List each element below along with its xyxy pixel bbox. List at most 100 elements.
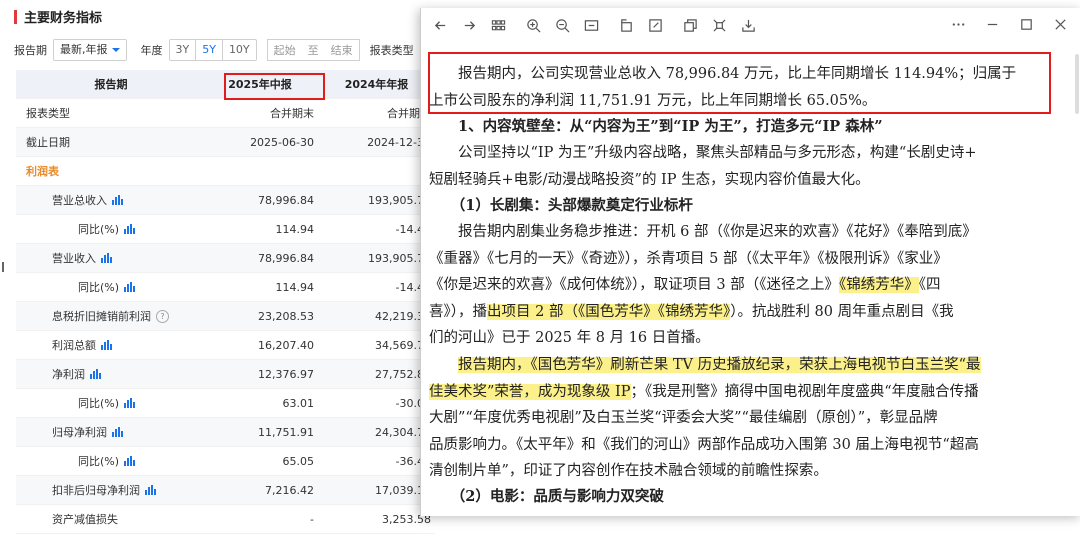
table-row: 净利润 12,376.97 27,752.82 (16, 360, 435, 389)
row-label: 营业总收入 (52, 194, 107, 207)
row-label-cell: 营业收入 (16, 250, 206, 266)
panel-title: 主要财务指标 (14, 7, 102, 26)
table-row: 截止日期 2025-06-30 2024-12-31 (16, 128, 435, 157)
filter-bar: 报告期 最新,年报 年度 3Y 5Y 10Y 起始 至 结束 报表类型 合并 (14, 38, 470, 62)
bar-chart-icon[interactable] (145, 485, 157, 495)
text-line: 短剧轻骑兵+电影/动漫战略投资”的 IP 生态，实现内容价值最大化。 (429, 171, 870, 188)
highlighted-text: 报告期内，《国色芳华》刷新芒果 TV 历史播放纪录，荣获上海电视节白玉兰奖“最 (458, 357, 981, 373)
value-2024fy: 3,253.58 (382, 512, 431, 526)
range-to: 至 (307, 44, 319, 57)
table-row: 资产减值损失 - 3,253.58 (16, 505, 435, 534)
value-2025h1: - (310, 512, 314, 526)
table-row: 扣非后归母净利润 7,216.42 17,039.13 (16, 476, 435, 505)
text-line: 报告期内剧集业务稳步推进：开机 6 部（《你是迟来的欢喜》《花好》《奉陪到底》 (429, 224, 977, 240)
period-select[interactable]: 最新,年报 (53, 39, 127, 61)
text-line: 报告期内，《国色芳华》刷新芒果 TV 历史播放纪录，荣获上海电视节白玉兰奖“最 (429, 352, 1069, 379)
bar-chart-icon[interactable] (124, 456, 136, 466)
table-row: 同比(%) 114.94 -14.48 (16, 273, 435, 302)
row-label: 利润表 (26, 165, 59, 178)
rotate-icon[interactable] (615, 14, 637, 36)
value-2024fy: 17,039.13 (375, 483, 431, 497)
bar-chart-icon[interactable] (124, 398, 136, 408)
financial-indicators-panel: 主要财务指标 报告期 最新,年报 年度 3Y 5Y 10Y 起始 至 结束 报表… (0, 0, 456, 534)
row-label-cell: 扣非后归母净利润 (16, 482, 206, 498)
text-line: 公司坚持以“IP 为王”升级内容战略，聚焦头部精品与多元形态，构建“长剧史诗+ (429, 145, 977, 161)
scrollbar[interactable] (1075, 54, 1079, 114)
zoom-out-icon[interactable] (551, 14, 573, 36)
edit-icon[interactable] (644, 14, 666, 36)
value-2025h1: 78,996.84 (258, 193, 314, 207)
bar-chart-icon[interactable] (101, 340, 113, 350)
bar-chart-icon[interactable] (112, 427, 124, 437)
year-toggle-group: 3Y 5Y 10Y (168, 39, 257, 61)
value-2025h1: 合并期末 (270, 107, 314, 120)
bar-chart-icon[interactable] (90, 369, 102, 379)
table-row: 同比(%) 114.94 -14.48 (16, 215, 435, 244)
text-line: 品质影响力。《太平年》和《我们的河山》两部作品成功入围第 30 届上海电视节“超… (429, 436, 979, 453)
value-2025h1: 11,751.91 (258, 425, 314, 439)
back-icon[interactable] (429, 14, 451, 36)
row-label: 营业收入 (52, 252, 96, 265)
crop-icon[interactable] (708, 14, 730, 36)
paragraph-ip-strategy: 公司坚持以“IP 为王”升级内容战略，聚焦头部精品与多元形态，构建“长剧史诗+ … (429, 140, 1069, 193)
maximize-icon[interactable] (1015, 13, 1037, 35)
value-2025h1: 63.01 (282, 396, 315, 410)
text-run: ）。抗战胜利 80 周年重点剧目《我 (730, 303, 954, 320)
text-run: 《四 (918, 277, 941, 293)
row-label-cell: 同比(%) (16, 279, 206, 295)
text-run: 《你是迟来的欢喜》《成何体统》），取证项目 3 部（《迷径之上》 (429, 277, 839, 293)
grid-icon[interactable] (487, 14, 509, 36)
heading-ip-strategy: 1、内容筑壁垒：从“内容为王”到“IP 为王”，打造多元“IP 森林” (429, 114, 1069, 141)
value-2025h1: 78,996.84 (258, 251, 314, 265)
value-2024fy: -30.08 (395, 396, 431, 410)
row-label: 同比(%) (78, 223, 120, 236)
year-10y-button[interactable]: 10Y (223, 40, 256, 60)
table-row: 营业收入 78,996.84 193,905.79 (16, 244, 435, 273)
row-label: 资产减值损失 (52, 513, 118, 526)
year-5y-button[interactable]: 5Y (196, 40, 223, 60)
resize-handle[interactable] (2, 262, 4, 272)
highlight-box-2025 (224, 73, 325, 100)
close-icon[interactable] (1049, 13, 1071, 35)
minimize-icon[interactable] (981, 13, 1003, 35)
year-3y-button[interactable]: 3Y (170, 40, 197, 60)
forward-icon[interactable] (458, 14, 480, 36)
paragraph-awards: 报告期内，《国色芳华》刷新芒果 TV 历史播放纪录，荣获上海电视节白玉兰奖“最 … (429, 352, 1069, 485)
text-line: 佳美术奖”荣誉，成为现象级 IP；《我是刑警》摘得中国电视剧年度盛典“年度融合传… (429, 379, 1069, 406)
row-label-cell: 截止日期 (16, 134, 206, 150)
header-period: 报告期 (94, 78, 128, 91)
date-range-picker[interactable]: 起始 至 结束 (266, 39, 360, 61)
row-label: 同比(%) (78, 397, 120, 410)
bar-chart-icon[interactable] (101, 253, 113, 263)
heading-text: 1、内容筑壁垒：从“内容为王”到“IP 为王”，打造多元“IP 森林” (429, 118, 883, 135)
bar-chart-icon[interactable] (124, 224, 136, 234)
row-label-cell: 息税折旧摊销前利润? (16, 308, 206, 324)
row-label: 同比(%) (78, 455, 120, 468)
heading-film: （2）电影：品质与影响力双突破 (429, 484, 1069, 511)
text-run (429, 357, 458, 373)
bar-chart-icon[interactable] (124, 282, 136, 292)
zoom-in-icon[interactable] (522, 14, 544, 36)
fit-page-icon[interactable] (580, 14, 602, 36)
row-label: 扣非后归母净利润 (52, 484, 140, 497)
row-label: 利润总额 (52, 339, 96, 352)
copy-icon[interactable] (679, 14, 701, 36)
bar-chart-icon[interactable] (112, 195, 124, 205)
value-2024fy: -14.48 (395, 222, 431, 236)
row-label-cell: 净利润 (16, 366, 206, 382)
row-label: 净利润 (52, 368, 85, 381)
save-icon[interactable] (737, 14, 759, 36)
row-label: 息税折旧摊销前利润 (52, 310, 151, 323)
row-label-cell: 同比(%) (16, 395, 206, 411)
header-2024fy[interactable]: 2024年年报 (322, 76, 435, 92)
help-icon[interactable]: ? (156, 309, 169, 323)
paragraph-drama-business: 报告期内剧集业务稳步推进：开机 6 部（《你是迟来的欢喜》《花好》《奉陪到底》 … (429, 219, 1069, 352)
value-2025h1: 16,207.40 (258, 338, 314, 352)
viewer-toolbar (421, 8, 1080, 42)
value-2024fy: -36.41 (395, 454, 431, 468)
more-icon[interactable] (947, 13, 969, 35)
text-line: 《你是迟来的欢喜》《成何体统》），取证项目 3 部（《迷径之上》《锦绣芳华》《四 (429, 272, 1069, 299)
value-2024fy: 34,569.72 (375, 338, 431, 352)
heading-long-drama: （1）长剧集：头部爆款奠定行业标杆 (429, 193, 1069, 220)
window-controls (935, 13, 1071, 35)
